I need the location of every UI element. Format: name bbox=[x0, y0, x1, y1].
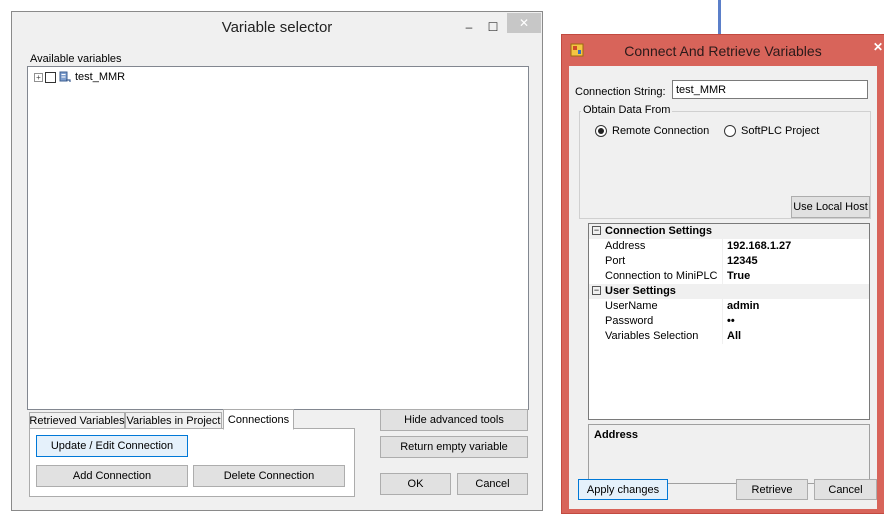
property-row-address[interactable]: Address 192.168.1.27 bbox=[589, 239, 869, 254]
radio-unselected-icon bbox=[724, 125, 736, 137]
property-row-port[interactable]: Port 12345 bbox=[589, 254, 869, 269]
softplc-project-label: SoftPLC Project bbox=[741, 125, 820, 137]
divider-line bbox=[718, 0, 721, 34]
property-name: Port bbox=[605, 255, 626, 267]
property-value[interactable]: •• bbox=[727, 315, 735, 327]
ok-button[interactable]: OK bbox=[380, 473, 451, 495]
property-value[interactable]: True bbox=[727, 270, 750, 282]
apply-changes-button[interactable]: Apply changes bbox=[578, 479, 668, 500]
softplc-project-radio[interactable]: SoftPLC Project bbox=[724, 125, 819, 137]
hide-advanced-tools-button[interactable]: Hide advanced tools bbox=[380, 409, 528, 431]
cancel-button[interactable]: Cancel bbox=[457, 473, 528, 495]
category-user-settings[interactable]: − User Settings bbox=[589, 284, 869, 299]
category-label: Connection Settings bbox=[605, 225, 712, 237]
minimize-icon[interactable]: – bbox=[457, 16, 481, 38]
property-row-password[interactable]: Password •• bbox=[589, 314, 869, 329]
remote-connection-radio[interactable]: Remote Connection bbox=[595, 125, 709, 137]
use-local-host-button[interactable]: Use Local Host bbox=[791, 196, 870, 218]
remote-connection-label: Remote Connection bbox=[612, 125, 710, 137]
tree-item-label: test_MMR bbox=[75, 71, 126, 83]
variables-tree[interactable]: + test_MMR bbox=[27, 66, 529, 410]
property-separator bbox=[722, 254, 723, 269]
radio-selected-icon bbox=[595, 125, 607, 137]
variable-selector-titlebar[interactable]: Variable selector – ☐ ✕ bbox=[12, 12, 542, 42]
delete-connection-button[interactable]: Delete Connection bbox=[193, 465, 345, 487]
window-title: Connect And Retrieve Variables bbox=[624, 43, 822, 59]
database-connection-icon bbox=[59, 71, 71, 82]
tab-connections[interactable]: Connections bbox=[223, 409, 294, 430]
return-empty-variable-button[interactable]: Return empty variable bbox=[380, 436, 528, 458]
close-icon[interactable]: ✕ bbox=[507, 13, 541, 33]
tree-item-checkbox[interactable] bbox=[45, 71, 56, 83]
category-connection-settings[interactable]: − Connection Settings bbox=[589, 224, 869, 239]
collapse-icon[interactable]: − bbox=[592, 286, 601, 295]
property-value[interactable]: 12345 bbox=[727, 255, 758, 267]
variable-selector-window: Variable selector – ☐ ✕ Available variab… bbox=[11, 11, 543, 511]
obtain-data-label: Obtain Data From bbox=[581, 104, 673, 116]
property-separator bbox=[722, 299, 723, 314]
maximize-icon[interactable]: ☐ bbox=[481, 16, 505, 38]
property-value[interactable]: All bbox=[727, 330, 741, 342]
close-icon[interactable]: ✕ bbox=[870, 39, 884, 55]
property-separator bbox=[722, 314, 723, 329]
connections-tab-panel: Update / Edit Connection Add Connection … bbox=[29, 428, 355, 497]
tab-variables-in-project[interactable]: Variables in Project bbox=[125, 412, 222, 429]
property-separator bbox=[722, 329, 723, 344]
property-name: Address bbox=[605, 240, 646, 252]
category-label: User Settings bbox=[605, 285, 676, 297]
property-name: Variables Selection bbox=[605, 330, 699, 342]
available-variables-label: Available variables bbox=[30, 53, 122, 65]
property-grid[interactable]: − Connection Settings Address 192.168.1.… bbox=[588, 223, 870, 420]
connection-string-label: Connection String: bbox=[575, 86, 666, 98]
expand-icon[interactable]: + bbox=[34, 72, 43, 82]
connect-window-client: Connection String: test_MMR Obtain Data … bbox=[569, 66, 877, 509]
property-name: Connection to MiniPLC bbox=[605, 270, 718, 282]
property-value[interactable]: admin bbox=[727, 300, 759, 312]
update-edit-connection-button[interactable]: Update / Edit Connection bbox=[36, 435, 188, 457]
property-separator bbox=[722, 239, 723, 254]
property-name: Password bbox=[605, 315, 654, 327]
add-connection-button[interactable]: Add Connection bbox=[36, 465, 188, 487]
tab-retrieved-variables[interactable]: Retrieved Variables bbox=[29, 412, 125, 429]
collapse-icon[interactable]: − bbox=[592, 226, 601, 235]
property-row-username[interactable]: UserName admin bbox=[589, 299, 869, 314]
property-value[interactable]: 192.168.1.27 bbox=[727, 240, 791, 252]
tree-item-test-mmr[interactable]: + test_MMR bbox=[34, 71, 125, 83]
description-title: Address bbox=[594, 429, 639, 441]
cancel-button[interactable]: Cancel bbox=[814, 479, 877, 500]
property-name: UserName bbox=[605, 300, 658, 312]
property-description-panel: Address bbox=[588, 424, 870, 484]
retrieve-button[interactable]: Retrieve bbox=[736, 479, 808, 500]
connect-retrieve-window: Connect And Retrieve Variables ✕ Connect… bbox=[561, 34, 884, 514]
connection-string-input[interactable]: test_MMR bbox=[672, 80, 868, 99]
property-separator bbox=[722, 269, 723, 284]
property-row-variables-selection[interactable]: Variables Selection All bbox=[589, 329, 869, 344]
property-row-miniplc[interactable]: Connection to MiniPLC True bbox=[589, 269, 869, 284]
